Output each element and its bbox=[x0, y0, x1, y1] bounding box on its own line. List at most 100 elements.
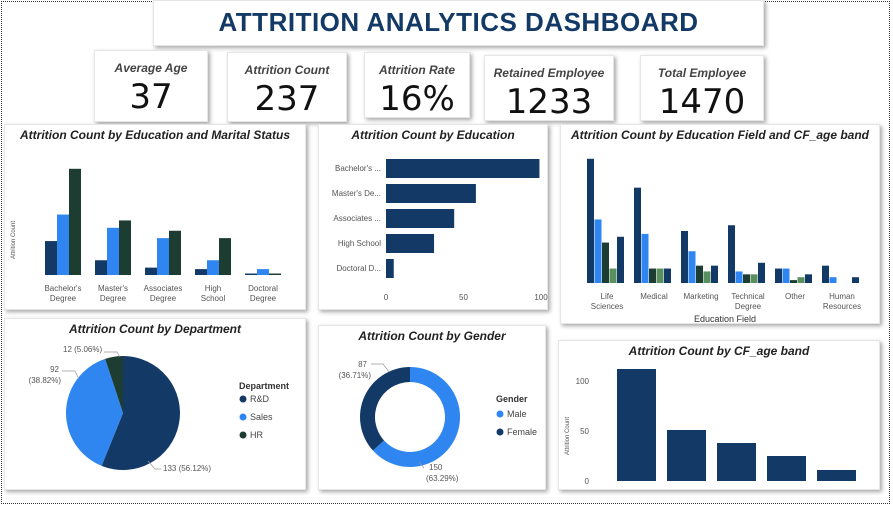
bar bbox=[257, 269, 269, 275]
data-label: 87 bbox=[358, 360, 367, 369]
chart-education-field-age-svg: Education Field LifeSciences Medical Marke… bbox=[587, 158, 861, 324]
bar bbox=[634, 187, 641, 283]
bar bbox=[641, 233, 649, 283]
bar bbox=[822, 265, 829, 283]
y-tick-label: 0 bbox=[585, 477, 590, 486]
bar bbox=[775, 268, 782, 283]
bar bbox=[69, 168, 81, 275]
bar bbox=[207, 260, 219, 275]
bar bbox=[717, 443, 756, 481]
legend-item: Sales bbox=[250, 412, 273, 422]
kpi-value: 16% bbox=[379, 79, 455, 119]
x-axis-label: Education Field bbox=[694, 314, 756, 324]
x-tick-label: Human bbox=[829, 292, 855, 301]
y-tick-label: 50 bbox=[580, 427, 589, 436]
x-tick-label: Medical bbox=[640, 292, 668, 301]
x-tick-label: Degree bbox=[735, 302, 762, 311]
data-label: 150 bbox=[429, 463, 443, 472]
legend-title: Gender bbox=[496, 394, 528, 404]
bar bbox=[758, 262, 765, 283]
data-label: (36.71%) bbox=[339, 371, 372, 380]
x-tick-label: 50 bbox=[459, 293, 468, 302]
bar bbox=[95, 260, 107, 275]
bar bbox=[797, 277, 805, 283]
bar bbox=[696, 265, 703, 283]
y-axis-label: Attrition Count bbox=[565, 417, 571, 455]
data-label: 12 (5.06%) bbox=[63, 345, 102, 354]
y-tick-label: High School bbox=[338, 239, 381, 248]
bar bbox=[386, 234, 435, 253]
bar bbox=[711, 265, 718, 283]
legend-marker bbox=[239, 431, 247, 439]
bar bbox=[681, 231, 688, 283]
bar bbox=[145, 267, 157, 275]
chart-education-field-age[interactable]: Attrition Count by Education Field and C… bbox=[560, 124, 880, 324]
y-tick-label: Bachelor's ... bbox=[335, 164, 381, 173]
bar bbox=[386, 159, 540, 178]
title-card: ATTRITION ANALYTICS DASHBOARD bbox=[153, 0, 764, 46]
chart-department-svg: Department R&D Sales HR 12 (5.06%) 92 (38.82%… bbox=[29, 345, 289, 473]
kpi-retained-employee[interactable]: Retained Employee 1233 bbox=[484, 55, 614, 122]
dashboard-title: ATTRITION ANALYTICS DASHBOARD bbox=[218, 7, 699, 37]
chart-age-band[interactable]: Attrition Count by CF_age band Attrition… bbox=[558, 340, 880, 490]
kpi-value: 237 bbox=[254, 79, 320, 119]
chart-gender[interactable]: Attrition Count by Gender Gender Male Fem… bbox=[318, 325, 546, 490]
data-label: (38.82%) bbox=[29, 376, 62, 385]
bar bbox=[157, 238, 169, 275]
x-tick-label: Degree bbox=[100, 294, 127, 303]
bar bbox=[782, 268, 790, 283]
data-label: 92 bbox=[50, 365, 59, 374]
x-tick-label: 0 bbox=[384, 293, 389, 302]
x-tick-label: Sciences bbox=[591, 302, 623, 311]
kpi-attrition-count[interactable]: Attrition Count 237 bbox=[227, 52, 347, 122]
x-tick-label: Resources bbox=[823, 302, 861, 311]
bar bbox=[57, 214, 69, 275]
bar bbox=[269, 273, 281, 275]
bar bbox=[688, 251, 696, 283]
bar bbox=[829, 277, 837, 283]
x-tick-label: Master's bbox=[98, 284, 128, 293]
x-tick-label: Degree bbox=[250, 294, 277, 303]
legend-marker bbox=[496, 410, 504, 418]
x-tick-label: 100 bbox=[534, 293, 548, 302]
legend-marker bbox=[239, 413, 247, 421]
chart-department[interactable]: Attrition Count by Department Department… bbox=[4, 318, 306, 490]
bar bbox=[594, 219, 602, 283]
kpi-total-employee[interactable]: Total Employee 1470 bbox=[640, 55, 764, 122]
chart-education-marital-svg: Attrition Count Bachelor'sDegreeMaster's… bbox=[11, 168, 281, 303]
bar bbox=[817, 470, 856, 481]
legend-marker bbox=[496, 428, 504, 436]
bar bbox=[587, 158, 594, 283]
kpi-label: Attrition Rate bbox=[379, 63, 455, 77]
kpi-label: Retained Employee bbox=[493, 66, 605, 80]
chart-education-marital[interactable]: Attrition Count by Education and Marital… bbox=[4, 124, 306, 310]
bar bbox=[386, 259, 394, 278]
x-tick-label: Bachelor's bbox=[44, 284, 81, 293]
bar bbox=[195, 269, 207, 275]
bar bbox=[743, 274, 750, 283]
legend-item: R&D bbox=[250, 394, 270, 404]
chart-education[interactable]: Attrition Count by Education Bachelor's … bbox=[318, 124, 548, 310]
y-tick-label: Doctoral D... bbox=[337, 264, 381, 273]
bar bbox=[107, 227, 119, 275]
leader-line bbox=[62, 370, 80, 380]
bar bbox=[245, 273, 257, 275]
y-tick-label: Associates ... bbox=[333, 214, 381, 223]
bar bbox=[219, 238, 231, 275]
chart-age-band-svg: Attrition Count 0 50 100 bbox=[565, 369, 856, 486]
bar bbox=[852, 277, 859, 283]
x-tick-label: Life bbox=[601, 292, 614, 301]
bar bbox=[169, 230, 181, 275]
kpi-attrition-rate[interactable]: Attrition Rate 16% bbox=[364, 52, 470, 119]
legend-item: Female bbox=[507, 427, 537, 437]
x-tick-label: School bbox=[201, 294, 226, 303]
bar bbox=[728, 225, 735, 283]
leader-line bbox=[104, 351, 121, 358]
kpi-average-age[interactable]: Average Age 37 bbox=[94, 50, 208, 122]
kpi-label: Total Employee bbox=[657, 66, 747, 80]
legend-item: Male bbox=[507, 409, 527, 419]
bar bbox=[667, 430, 706, 481]
leader-line bbox=[371, 363, 390, 373]
legend-title: Department bbox=[239, 381, 289, 391]
kpi-label: Attrition Count bbox=[244, 63, 330, 77]
